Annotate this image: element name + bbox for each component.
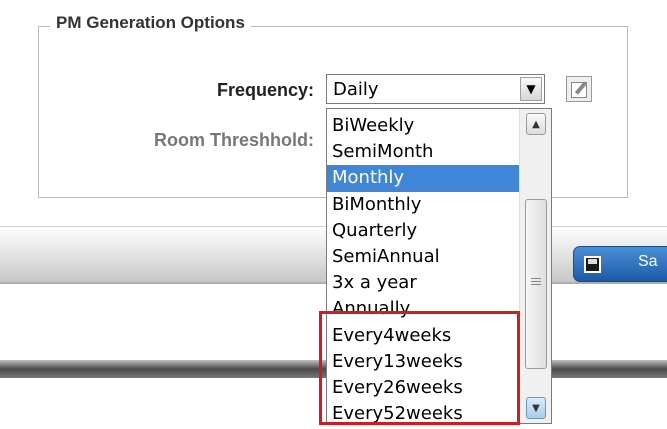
scrollbar-thumb[interactable] (525, 199, 547, 369)
room-threshold-label: Room Threshhold: (154, 130, 314, 150)
floppy-disk-icon (584, 256, 601, 273)
dropdown-option[interactable]: SemiMonth (327, 139, 521, 165)
arrow-up-icon[interactable]: ▲ (526, 113, 546, 135)
grip-icon (531, 278, 541, 279)
dropdown-option[interactable]: 3x a year (327, 270, 521, 296)
dropdown-scrollbar[interactable]: ▲ ▼ (519, 109, 551, 423)
dropdown-option[interactable]: BiMonthly (327, 192, 521, 218)
frequency-selected-value: Daily (333, 79, 379, 100)
dropdown-option[interactable]: SemiAnnual (327, 244, 521, 270)
group-legend: PM Generation Options (50, 13, 251, 33)
save-button-label: Sa (638, 253, 658, 270)
annotation-highlight-box (319, 311, 520, 425)
dropdown-option[interactable]: Monthly (327, 165, 521, 192)
frequency-label: Frequency: (216, 80, 314, 100)
dropdown-option[interactable]: BiWeekly (327, 113, 521, 139)
save-button[interactable]: Sa (573, 246, 667, 282)
arrow-down-icon[interactable]: ▼ (526, 397, 546, 419)
edit-icon[interactable] (566, 76, 592, 102)
frequency-select[interactable]: Daily ▼ (326, 74, 545, 104)
dropdown-option[interactable]: Quarterly (327, 218, 521, 244)
chevron-down-icon[interactable]: ▼ (520, 77, 542, 101)
